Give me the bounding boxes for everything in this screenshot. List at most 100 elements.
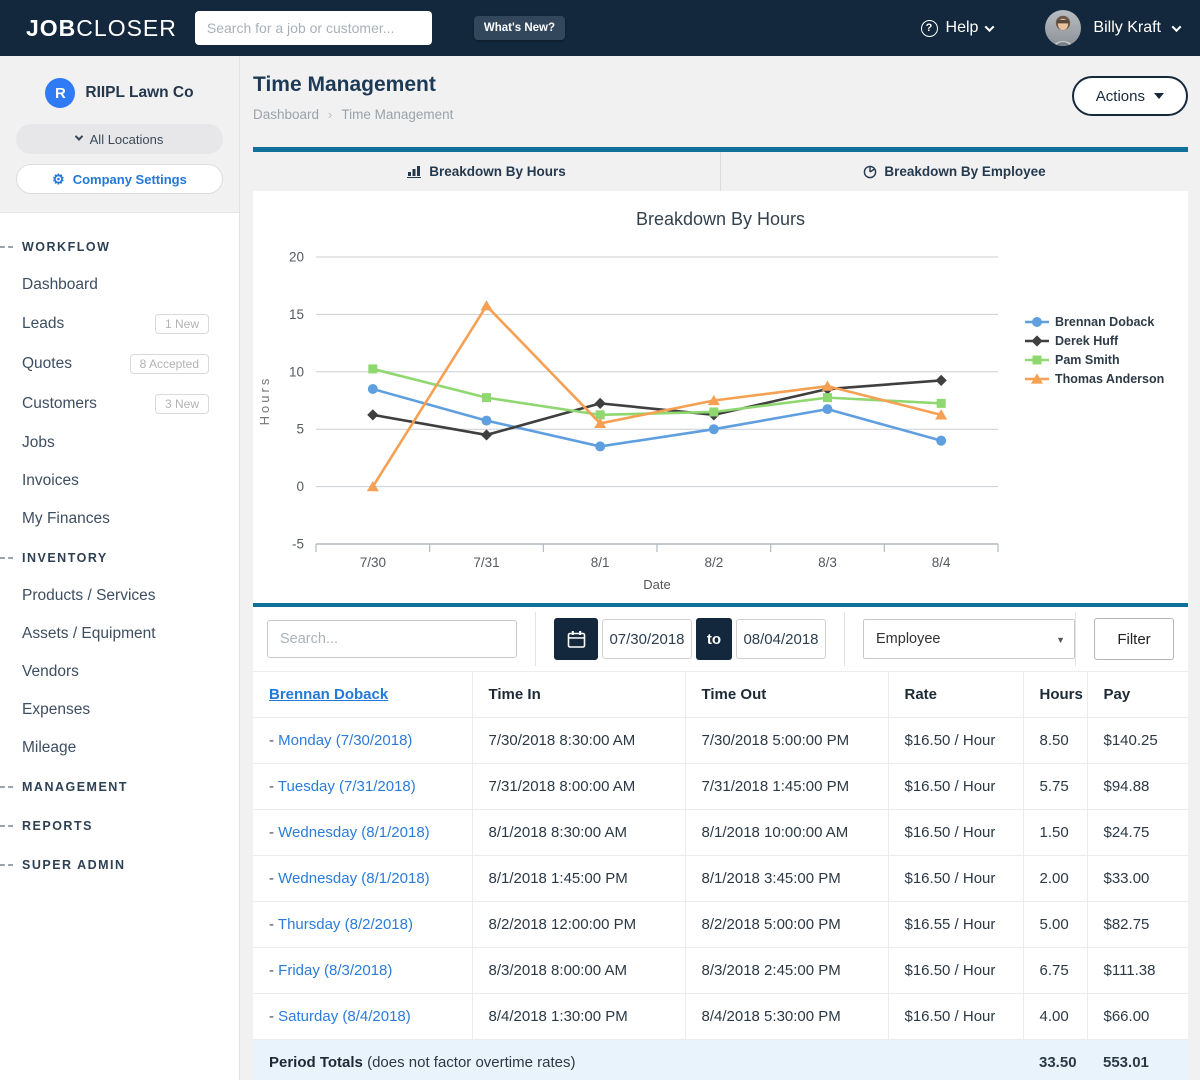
- day-link[interactable]: Thursday (8/2/2018): [278, 916, 413, 933]
- legend-marker-icon: [1025, 335, 1049, 347]
- sidebar-item-mileage[interactable]: Mileage: [0, 729, 239, 767]
- chevron-down-icon: [985, 22, 995, 32]
- timesheet-row: - Monday (7/30/2018)7/30/2018 8:30:00 AM…: [253, 718, 1188, 764]
- period-totals-row: Period Totals (does not factor overtime …: [253, 1040, 1188, 1080]
- sidebar-item-jobs[interactable]: Jobs: [0, 424, 239, 462]
- hours-line-chart: -5051015207/307/318/18/28/38/4DateHours: [253, 191, 1010, 603]
- employee-name-link[interactable]: Brennan Doback: [269, 686, 388, 703]
- rate-cell: $16.50 / Hour: [888, 994, 1023, 1040]
- time-out-cell: 7/30/2018 5:00:00 PM: [685, 718, 888, 764]
- company-header: R RIIPL Lawn Co: [16, 78, 223, 108]
- bar-chart-icon: [407, 165, 422, 178]
- sidebar-item-label: Quotes: [22, 355, 72, 373]
- whats-new-button[interactable]: What's New?: [474, 16, 565, 40]
- section-label: SUPER ADMIN: [22, 858, 126, 872]
- day-cell: - Wednesday (8/1/2018): [253, 856, 472, 902]
- logo-light: CLOSER: [76, 15, 177, 41]
- legend-item[interactable]: Brennan Doback: [1025, 315, 1164, 329]
- section-dash-icon: [0, 786, 13, 788]
- sidebar-section-reports[interactable]: REPORTS: [0, 806, 239, 845]
- sidebar-item-my-finances[interactable]: My Finances: [0, 500, 239, 538]
- breadcrumb-dashboard[interactable]: Dashboard: [253, 107, 319, 122]
- sidebar-item-label: Mileage: [22, 739, 76, 757]
- all-locations-dropdown[interactable]: All Locations: [16, 124, 223, 154]
- rate-cell: $16.55 / Hour: [888, 902, 1023, 948]
- breadcrumb-current: Time Management: [341, 107, 453, 122]
- col-rate: Rate: [888, 672, 1023, 718]
- timesheet-row: - Saturday (8/4/2018) 8/4/2018 1:30:00 PM…: [253, 994, 1188, 1040]
- time-in-cell: 8/1/2018 1:45:00 PM: [472, 856, 685, 902]
- svg-text:0: 0: [296, 479, 304, 494]
- sidebar-item-dashboard[interactable]: Dashboard: [0, 266, 239, 304]
- legend-item[interactable]: Thomas Anderson: [1025, 372, 1164, 386]
- tab-breakdown-by-hours[interactable]: Breakdown By Hours: [253, 152, 720, 191]
- timesheet-row: - Friday (8/3/2018)8/3/2018 8:00:00 AM8/…: [253, 948, 1188, 994]
- svg-text:10: 10: [289, 364, 304, 379]
- pay-cell: $111.38: [1087, 948, 1188, 994]
- sidebar-item-products-services[interactable]: Products / Services: [0, 577, 239, 615]
- sidebar-section-workflow[interactable]: WORKFLOW: [0, 227, 239, 266]
- sidebar-item-quotes[interactable]: Quotes8 Accepted: [0, 344, 239, 384]
- rate-cell: $16.50 / Hour: [888, 810, 1023, 856]
- col-time-in: Time In: [472, 672, 685, 718]
- sidebar-item-vendors[interactable]: Vendors: [0, 653, 239, 691]
- date-from-input[interactable]: [602, 619, 692, 659]
- timesheet-row: - Wednesday (8/1/2018)8/1/2018 8:30:00 A…: [253, 810, 1188, 856]
- sidebar-item-expenses[interactable]: Expenses: [0, 691, 239, 729]
- user-menu[interactable]: Billy Kraft: [1045, 10, 1180, 46]
- table-search-input[interactable]: [267, 620, 517, 658]
- tab-breakdown-by-employee[interactable]: Breakdown By Employee: [720, 152, 1188, 191]
- day-link[interactable]: Wednesday (8/1/2018): [278, 824, 430, 841]
- filter-button[interactable]: Filter: [1094, 618, 1174, 660]
- sidebar-item-assets-equipment[interactable]: Assets / Equipment: [0, 615, 239, 653]
- day-cell: - Wednesday (8/1/2018): [253, 810, 472, 856]
- day-link[interactable]: Friday (8/3/2018): [278, 962, 392, 979]
- global-search-input[interactable]: [195, 11, 432, 45]
- app-logo[interactable]: JOBCLOSER: [26, 15, 177, 42]
- help-label: Help: [946, 19, 979, 37]
- pay-cell: $94.88: [1087, 764, 1188, 810]
- rate-cell: $16.50 / Hour: [888, 764, 1023, 810]
- company-settings-button[interactable]: ⚙ Company Settings: [16, 164, 223, 194]
- svg-text:Date: Date: [643, 577, 670, 592]
- svg-text:20: 20: [289, 250, 304, 265]
- sidebar-item-leads[interactable]: Leads1 New: [0, 304, 239, 344]
- sidebar-section-super-admin[interactable]: SUPER ADMIN: [0, 845, 239, 884]
- day-cell: - Thursday (8/2/2018): [253, 902, 472, 948]
- legend-item[interactable]: Pam Smith: [1025, 353, 1164, 367]
- actions-button[interactable]: Actions: [1072, 76, 1188, 116]
- help-icon: ?: [921, 20, 938, 37]
- pay-cell: $66.00: [1087, 994, 1188, 1040]
- time-in-cell: 8/4/2018 1:30:00 PM: [472, 994, 685, 1040]
- section-dash-icon: [0, 825, 13, 827]
- calendar-button[interactable]: [554, 618, 598, 660]
- date-range-picker: to: [554, 618, 826, 660]
- time-out-cell: 7/31/2018 1:45:00 PM: [685, 764, 888, 810]
- all-locations-label: All Locations: [90, 132, 164, 147]
- day-link[interactable]: Wednesday (8/1/2018): [278, 870, 430, 887]
- count-badge: 3 New: [155, 394, 209, 414]
- day-cell: - Friday (8/3/2018): [253, 948, 472, 994]
- sidebar-item-label: Vendors: [22, 663, 79, 681]
- day-link[interactable]: Monday (7/30/2018): [278, 732, 412, 749]
- filter-bar: to Employee ▼ Filter: [253, 603, 1188, 671]
- day-dash: -: [269, 916, 278, 933]
- sidebar-section-inventory[interactable]: INVENTORY: [0, 538, 239, 577]
- employee-select[interactable]: Employee: [863, 619, 1075, 659]
- day-dash: -: [269, 778, 278, 795]
- legend-item[interactable]: Derek Huff: [1025, 334, 1164, 348]
- date-to-input[interactable]: [736, 619, 826, 659]
- svg-text:8/2: 8/2: [704, 555, 723, 570]
- svg-text:8/3: 8/3: [818, 555, 837, 570]
- sidebar-item-label: Dashboard: [22, 276, 98, 294]
- day-link[interactable]: Tuesday (7/31/2018): [278, 778, 416, 795]
- gear-icon: ⚙: [52, 172, 65, 186]
- actions-label: Actions: [1096, 88, 1145, 105]
- sidebar-item-customers[interactable]: Customers3 New: [0, 384, 239, 424]
- sidebar-section-management[interactable]: MANAGEMENT: [0, 767, 239, 806]
- day-link[interactable]: Saturday (8/4/2018): [278, 1008, 411, 1025]
- time-out-cell: 8/1/2018 3:45:00 PM: [685, 856, 888, 902]
- sidebar-item-invoices[interactable]: Invoices: [0, 462, 239, 500]
- day-dash: -: [269, 1008, 278, 1025]
- help-menu[interactable]: ? Help: [921, 19, 994, 37]
